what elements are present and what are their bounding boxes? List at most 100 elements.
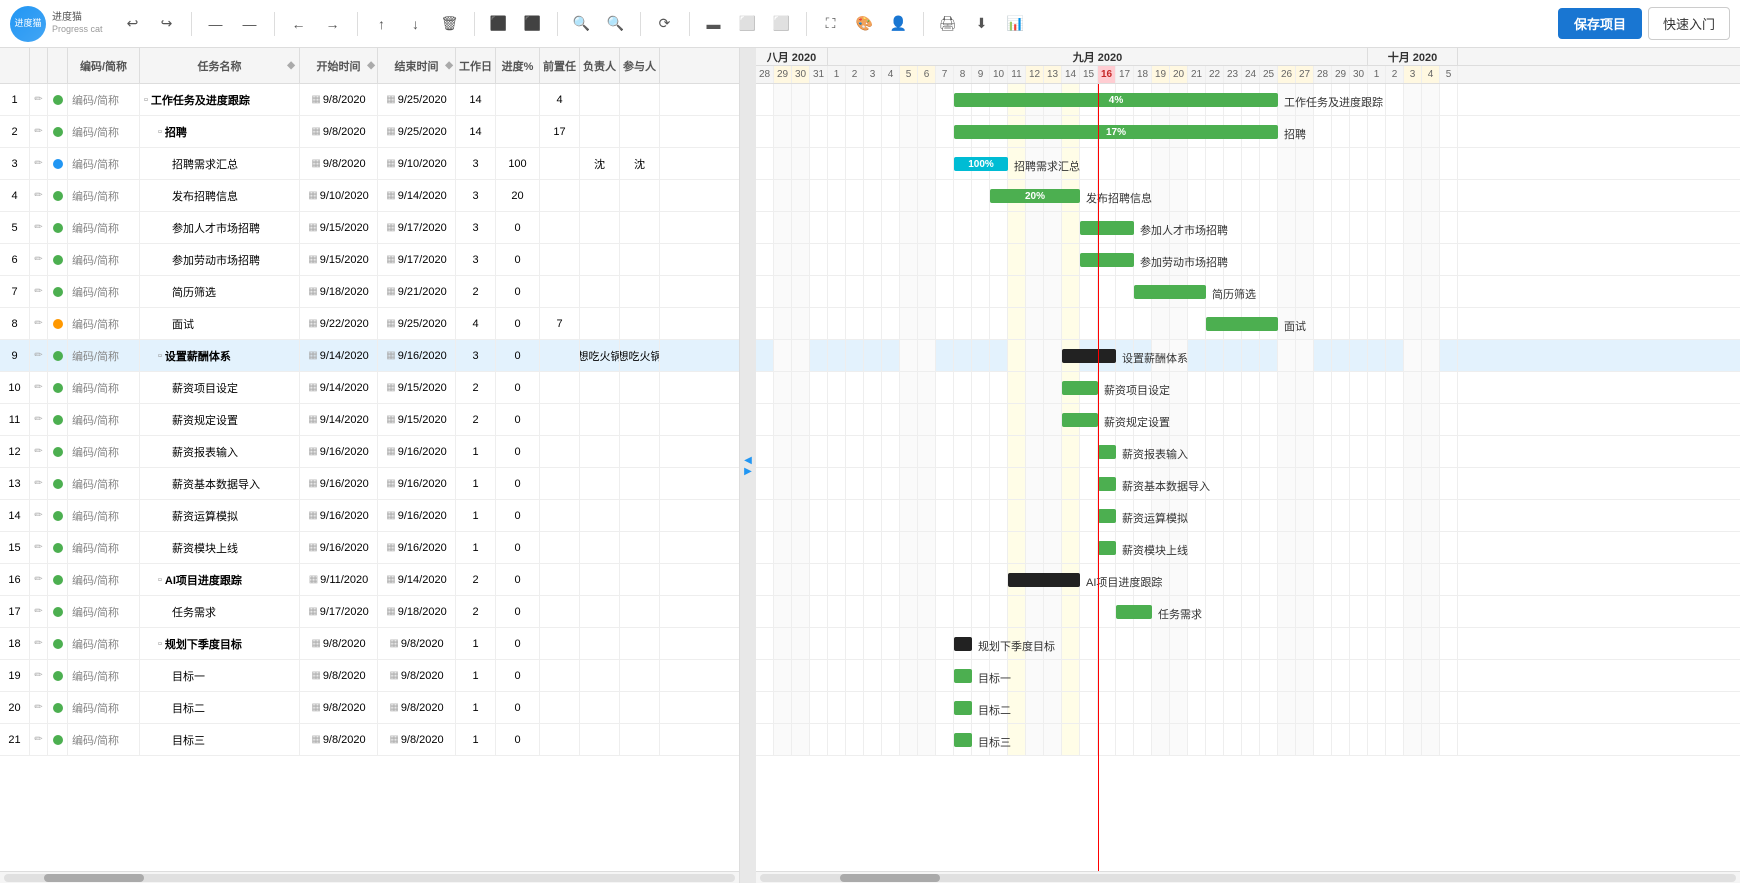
cell-edit[interactable]: ✏ <box>30 116 48 147</box>
undo-button[interactable]: ↩ <box>119 10 147 38</box>
cell-edit[interactable]: ✏ <box>30 340 48 371</box>
quick-start-button[interactable]: 快速入门 <box>1648 7 1730 40</box>
cell-name: 目标一 <box>140 660 300 691</box>
cell-member <box>620 724 660 755</box>
user-button[interactable]: 👤 <box>885 10 913 38</box>
table-row[interactable]: 3 ✏ 编码/简称 招聘需求汇总 ▦9/8/2020 ▦9/10/2020 3 … <box>0 148 739 180</box>
cell-edit[interactable]: ✏ <box>30 628 48 659</box>
cell-name: 薪资规定设置 <box>140 404 300 435</box>
cell-edit[interactable]: ✏ <box>30 372 48 403</box>
arrow-left-button[interactable]: ← <box>285 10 313 38</box>
save-project-button[interactable]: 保存项目 <box>1558 8 1642 39</box>
cell-edit[interactable]: ✏ <box>30 404 48 435</box>
table-row[interactable]: 13 ✏ 编码/简称 薪资基本数据导入 ▦9/16/2020 ▦9/16/202… <box>0 468 739 500</box>
cell-edit[interactable]: ✏ <box>30 276 48 307</box>
table-row[interactable]: 15 ✏ 编码/简称 薪资模块上线 ▦9/16/2020 ▦9/16/2020 … <box>0 532 739 564</box>
fullscreen-button[interactable]: ⛶ <box>817 10 845 38</box>
download-button[interactable]: ⬇ <box>968 10 996 38</box>
cell-progress: 0 <box>496 212 540 243</box>
cell-num: 16 <box>0 564 30 595</box>
color-button[interactable]: 🎨 <box>851 10 879 38</box>
cell-start: ▦9/17/2020 <box>300 596 378 627</box>
cell-edit[interactable]: ✏ <box>30 180 48 211</box>
gantt-day-cell: 17 <box>1116 66 1134 83</box>
table-row[interactable]: 2 ✏ 编码/简称 ▫招聘 ▦9/8/2020 ▦9/25/2020 14 17 <box>0 116 739 148</box>
table-row[interactable]: 11 ✏ 编码/简称 薪资规定设置 ▦9/14/2020 ▦9/15/2020 … <box>0 404 739 436</box>
move-up-button[interactable]: ↑ <box>368 10 396 38</box>
cell-edit[interactable]: ✏ <box>30 148 48 179</box>
arrow-right-button[interactable]: → <box>319 10 347 38</box>
line2-button[interactable]: — <box>236 10 264 38</box>
cell-edit[interactable]: ✏ <box>30 308 48 339</box>
gantt-day-cell: 8 <box>954 66 972 83</box>
redo-button[interactable]: ↪ <box>153 10 181 38</box>
task-table-body[interactable]: 1 ✏ 编码/简称 ▫工作任务及进度跟踪 ▦9/8/2020 ▦9/25/202… <box>0 84 739 871</box>
layout3-button[interactable]: ⬜ <box>768 10 796 38</box>
table-row[interactable]: 20 ✏ 编码/简称 目标二 ▦9/8/2020 ▦9/8/2020 1 0 <box>0 692 739 724</box>
print-button[interactable]: 🖨 <box>934 10 962 38</box>
table-row[interactable]: 5 ✏ 编码/简称 参加人才市场招聘 ▦9/15/2020 ▦9/17/2020… <box>0 212 739 244</box>
scroll-track[interactable] <box>4 874 735 882</box>
table-row[interactable]: 8 ✏ 编码/简称 面试 ▦9/22/2020 ▦9/25/2020 4 0 7 <box>0 308 739 340</box>
cell-days: 1 <box>456 436 496 467</box>
cell-edit[interactable]: ✏ <box>30 500 48 531</box>
gantt-body[interactable]: 4%工作任务及进度跟踪17%招聘100%招聘需求汇总20%发布招聘信息参加人才市… <box>756 84 1740 871</box>
table-row[interactable]: 21 ✏ 编码/简称 目标三 ▦9/8/2020 ▦9/8/2020 1 0 <box>0 724 739 756</box>
cell-start: ▦9/16/2020 <box>300 500 378 531</box>
sep6 <box>640 12 641 36</box>
cell-days: 3 <box>456 180 496 211</box>
cell-pre <box>540 500 580 531</box>
table-row[interactable]: 19 ✏ 编码/简称 目标一 ▦9/8/2020 ▦9/8/2020 1 0 <box>0 660 739 692</box>
horizontal-scrollbar[interactable] <box>0 871 739 883</box>
excel-button[interactable]: 📊 <box>1002 10 1030 38</box>
cell-pre <box>540 148 580 179</box>
cell-edit[interactable]: ✏ <box>30 660 48 691</box>
zoom-out-button[interactable]: 🔍 <box>602 10 630 38</box>
layout1-button[interactable]: ▬ <box>700 10 728 38</box>
cell-edit[interactable]: ✏ <box>30 564 48 595</box>
cell-edit[interactable]: ✏ <box>30 244 48 275</box>
cell-edit[interactable]: ✏ <box>30 724 48 755</box>
gantt-label: 薪资模块上线 <box>1122 542 1188 558</box>
table-row[interactable]: 7 ✏ 编码/简称 简历筛选 ▦9/18/2020 ▦9/21/2020 2 0 <box>0 276 739 308</box>
delete-button[interactable]: 🗑 <box>436 10 464 38</box>
cell-edit[interactable]: ✏ <box>30 436 48 467</box>
rotate-button[interactable]: ⟳ <box>651 10 679 38</box>
gantt-label: 薪资基本数据导入 <box>1122 478 1210 494</box>
cell-pre <box>540 564 580 595</box>
cell-owner <box>580 180 620 211</box>
table-row[interactable]: 9 ✏ 编码/简称 ▫设置薪酬体系 ▦9/14/2020 ▦9/16/2020 … <box>0 340 739 372</box>
gantt-scroll-thumb[interactable] <box>840 874 940 882</box>
layout2-button[interactable]: ⬜ <box>734 10 762 38</box>
cell-start: ▦9/16/2020 <box>300 532 378 563</box>
scroll-thumb[interactable] <box>44 874 144 882</box>
table-row[interactable]: 12 ✏ 编码/简称 薪资报表输入 ▦9/16/2020 ▦9/16/2020 … <box>0 436 739 468</box>
align-center-button[interactable]: ⬛ <box>519 10 547 38</box>
line1-button[interactable]: — <box>202 10 230 38</box>
cell-pre <box>540 276 580 307</box>
cell-days: 3 <box>456 212 496 243</box>
table-row[interactable]: 4 ✏ 编码/简称 发布招聘信息 ▦9/10/2020 ▦9/14/2020 3… <box>0 180 739 212</box>
table-row[interactable]: 16 ✏ 编码/简称 ▫AI项目进度跟踪 ▦9/11/2020 ▦9/14/20… <box>0 564 739 596</box>
cell-edit[interactable]: ✏ <box>30 532 48 563</box>
panel-divider[interactable]: ◀ ▶ <box>740 48 756 883</box>
cell-code: 编码/简称 <box>68 404 140 435</box>
table-row[interactable]: 18 ✏ 编码/简称 ▫规划下季度目标 ▦9/8/2020 ▦9/8/2020 … <box>0 628 739 660</box>
table-row[interactable]: 17 ✏ 编码/简称 任务需求 ▦9/17/2020 ▦9/18/2020 2 … <box>0 596 739 628</box>
gantt-scrollbar[interactable] <box>756 871 1740 883</box>
move-down-button[interactable]: ↓ <box>402 10 430 38</box>
cell-edit[interactable]: ✏ <box>30 84 48 115</box>
cell-edit[interactable]: ✏ <box>30 212 48 243</box>
align-left-button[interactable]: ⬛ <box>485 10 513 38</box>
table-row[interactable]: 14 ✏ 编码/简称 薪资运算模拟 ▦9/16/2020 ▦9/16/2020 … <box>0 500 739 532</box>
cell-edit[interactable]: ✏ <box>30 468 48 499</box>
cell-edit[interactable]: ✏ <box>30 692 48 723</box>
table-row[interactable]: 6 ✏ 编码/简称 参加劳动市场招聘 ▦9/15/2020 ▦9/17/2020… <box>0 244 739 276</box>
gantt-scroll-track[interactable] <box>760 874 1736 882</box>
cell-days: 1 <box>456 468 496 499</box>
table-row[interactable]: 10 ✏ 编码/简称 薪资项目设定 ▦9/14/2020 ▦9/15/2020 … <box>0 372 739 404</box>
zoom-in-button[interactable]: 🔍 <box>568 10 596 38</box>
gantt-row: 薪资基本数据导入 <box>756 468 1740 500</box>
table-row[interactable]: 1 ✏ 编码/简称 ▫工作任务及进度跟踪 ▦9/8/2020 ▦9/25/202… <box>0 84 739 116</box>
cell-edit[interactable]: ✏ <box>30 596 48 627</box>
